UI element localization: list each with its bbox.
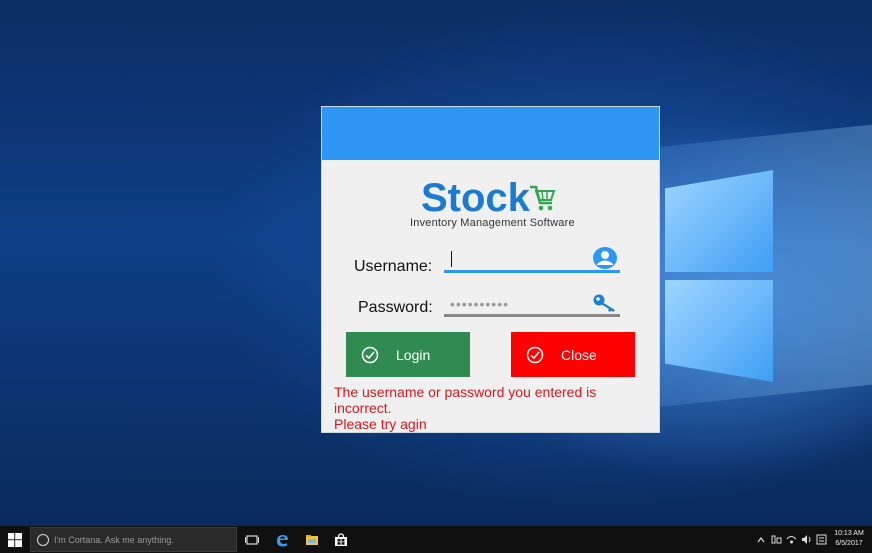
cortana-placeholder: I'm Cortana. Ask me anything. bbox=[54, 535, 174, 545]
edge-browser-icon[interactable] bbox=[275, 533, 289, 547]
error-message: The username or password you entered is … bbox=[334, 384, 654, 432]
key-icon bbox=[593, 294, 615, 312]
cart-icon bbox=[530, 185, 556, 211]
windows-start-icon[interactable] bbox=[8, 533, 22, 547]
login-dialog: Stock Inventory Management Software User… bbox=[321, 106, 660, 433]
text-caret bbox=[451, 251, 452, 267]
logo-subtitle: Inventory Management Software bbox=[410, 217, 575, 229]
network-icon[interactable] bbox=[771, 534, 782, 545]
clock-time: 10:13 AM bbox=[834, 530, 864, 537]
login-button-label: Login bbox=[396, 346, 431, 363]
notification-icon[interactable] bbox=[816, 534, 827, 545]
clock-date: 6/5/2017 bbox=[835, 540, 863, 547]
error-line-1: The username or password you entered is … bbox=[334, 384, 597, 416]
windows-logo-wallpaper bbox=[665, 170, 775, 382]
logo-pane-top bbox=[665, 170, 773, 272]
username-label: Username: bbox=[354, 258, 433, 275]
taskbar-clock[interactable]: 10:13 AM 6/5/2017 bbox=[832, 529, 866, 549]
cortana-icon bbox=[37, 534, 49, 546]
logo-title: Stock bbox=[421, 176, 530, 220]
close-button-label: Close bbox=[561, 346, 597, 363]
user-icon bbox=[593, 247, 617, 269]
battery-saver-icon[interactable] bbox=[786, 534, 797, 545]
store-icon[interactable] bbox=[334, 533, 348, 547]
login-button[interactable]: Login bbox=[346, 332, 470, 377]
chevron-up-icon[interactable] bbox=[757, 536, 765, 544]
dialog-header-bar bbox=[322, 107, 659, 160]
volume-icon[interactable] bbox=[801, 534, 812, 545]
file-explorer-icon[interactable] bbox=[305, 533, 319, 547]
password-label: Password: bbox=[358, 299, 433, 316]
check-circle-icon bbox=[526, 346, 544, 363]
error-line-2: Please try agin bbox=[334, 416, 427, 432]
close-button[interactable]: Close bbox=[511, 332, 635, 377]
check-circle-icon bbox=[361, 346, 379, 363]
cortana-search-box[interactable]: I'm Cortana. Ask me anything. bbox=[30, 527, 237, 552]
task-view-icon[interactable] bbox=[245, 533, 259, 547]
taskbar: I'm Cortana. Ask me anything. 10:13 AM 6… bbox=[0, 526, 872, 553]
logo-pane-bottom bbox=[665, 280, 773, 382]
